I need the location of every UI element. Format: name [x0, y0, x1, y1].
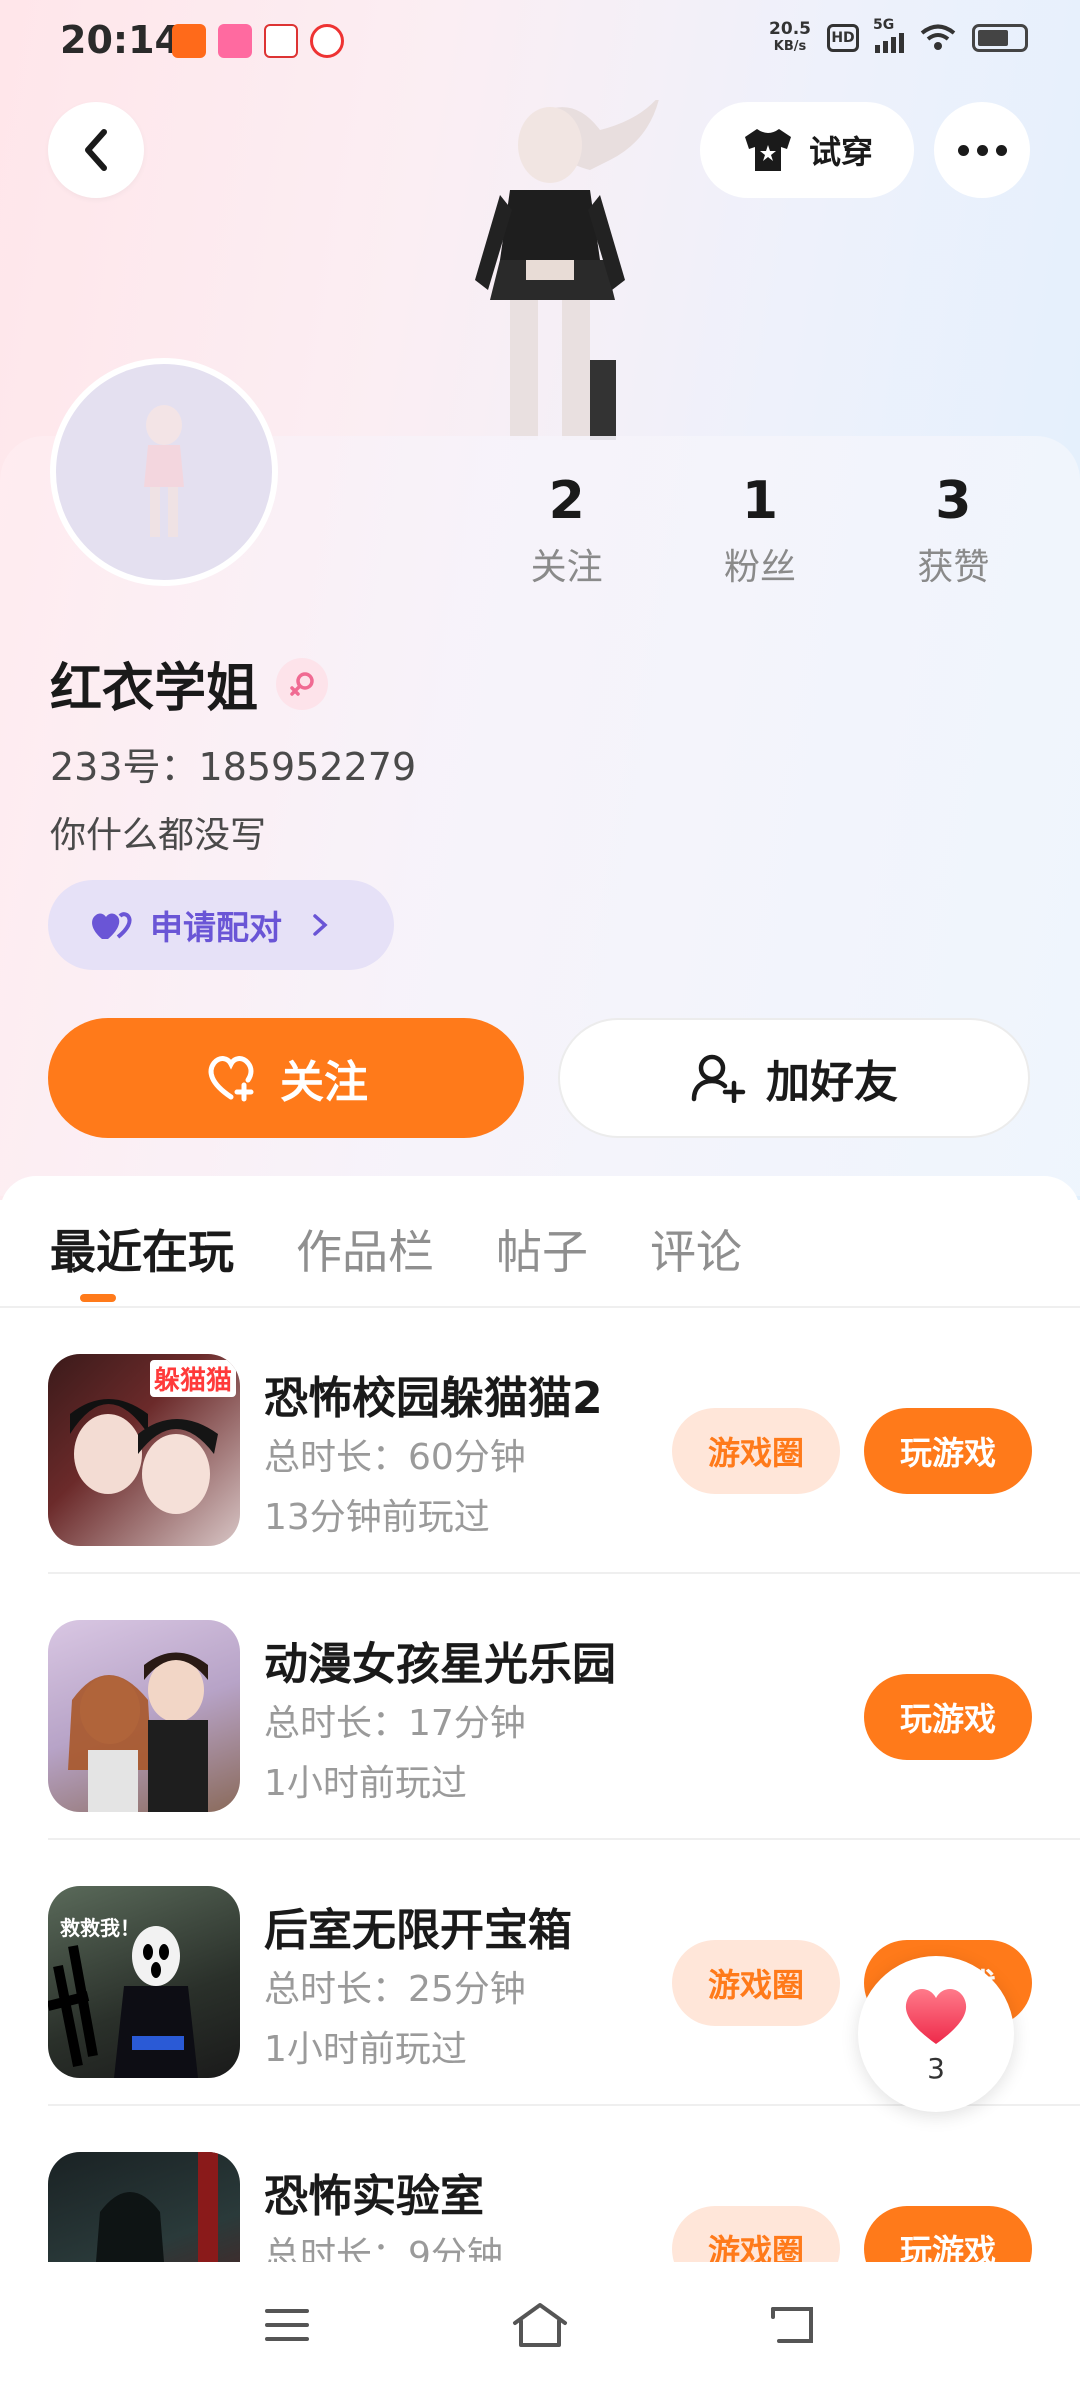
profile-page: 20:14 20.5 KB/s HD 5G 试穿 2 关注 1 粉丝 3 获赞 … — [0, 0, 1080, 2388]
game-thumbnail-text: 救救我！ — [60, 1916, 140, 1940]
heart-plus-icon — [208, 1056, 254, 1102]
menu-nav-button[interactable] — [247, 2285, 327, 2365]
female-gender-icon — [276, 657, 329, 710]
stat-value: 1 — [741, 471, 779, 531]
tab-posts[interactable]: 帖子 — [496, 1216, 588, 1286]
game-list: 躲猫猫 恐怖校园躲猫猫2 总时长：60分钟 13分钟前玩过 游戏圈 玩游戏 动漫… — [0, 1308, 1080, 2372]
game-title: 恐怖实验室 — [264, 2171, 484, 2222]
stat-likes[interactable]: 3 获赞 — [857, 470, 1050, 590]
game-thumbnail: 救救我！ — [48, 1886, 240, 2078]
game-circle-button[interactable]: 游戏圈 — [672, 1940, 840, 2026]
back-nav-button[interactable] — [753, 2285, 833, 2365]
status-time: 20:14 — [60, 18, 181, 62]
tab-bar: 最近在玩 作品栏 帖子 评论 — [50, 1216, 742, 1286]
back-arrow-icon — [85, 129, 107, 171]
heart-icon — [905, 1988, 967, 2044]
bio: 你什么都没写 — [50, 815, 267, 856]
game-list-item[interactable]: 躲猫猫 恐怖校园躲猫猫2 总时长：60分钟 13分钟前玩过 游戏圈 玩游戏 — [0, 1308, 1080, 1574]
try-on-label: 试穿 — [808, 133, 873, 171]
tab-works[interactable]: 作品栏 — [296, 1216, 434, 1286]
network-speed-unit: KB/s — [773, 39, 807, 54]
more-dot-icon — [957, 144, 969, 156]
tab-indicator — [80, 1294, 116, 1302]
add-friend-label: 加好友 — [766, 1057, 898, 1108]
game-thumbnail — [48, 1620, 240, 1812]
menu-icon — [264, 2309, 309, 2341]
status-bar: 20:14 20.5 KB/s HD 5G — [0, 0, 1080, 84]
tshirt-icon — [744, 129, 791, 171]
profile-stats: 2 关注 1 粉丝 3 获赞 — [470, 470, 1050, 590]
back-button[interactable] — [48, 102, 144, 198]
stat-following[interactable]: 2 关注 — [470, 470, 663, 590]
game-last-played: 1小时前玩过 — [264, 1763, 467, 1804]
game-title: 恐怖校园躲猫猫2 — [264, 1373, 603, 1424]
tab-comments[interactable]: 评论 — [650, 1216, 742, 1286]
app-icon-video — [310, 24, 344, 58]
avatar-figure — [144, 405, 184, 537]
apply-pair-button[interactable]: 申请配对 — [48, 880, 394, 970]
like-count: 3 — [927, 2051, 945, 2085]
signal-icon: 5G — [873, 17, 904, 53]
notification-icons — [172, 24, 344, 58]
stat-followers[interactable]: 1 粉丝 — [663, 470, 856, 590]
more-dot-icon — [976, 144, 988, 156]
network-type: 5G — [873, 17, 895, 33]
stat-value: 2 — [548, 471, 585, 531]
avatar[interactable] — [50, 358, 278, 586]
game-thumbnail: 躲猫猫 — [48, 1354, 240, 1546]
return-icon — [771, 2307, 814, 2343]
add-friend-button[interactable]: 加好友 — [558, 1018, 1030, 1138]
status-indicators: 20.5 KB/s HD 5G — [769, 17, 1028, 56]
game-title: 动漫女孩星光乐园 — [264, 1639, 616, 1690]
app-icon-search — [264, 24, 298, 58]
stat-label: 获赞 — [917, 547, 990, 588]
battery-icon — [972, 24, 1028, 52]
game-duration: 总时长：17分钟 — [264, 1703, 526, 1744]
character-figure — [475, 100, 659, 440]
hd-badge: HD — [827, 24, 859, 52]
follow-button[interactable]: 关注 — [48, 1018, 524, 1138]
system-navigation-bar — [0, 2262, 1080, 2388]
follow-label: 关注 — [280, 1057, 368, 1108]
chevron-right-icon — [313, 914, 328, 936]
tab-recently-played[interactable]: 最近在玩 — [50, 1216, 234, 1286]
game-duration: 总时长：60分钟 — [264, 1437, 526, 1478]
wifi-icon — [920, 24, 956, 50]
more-dot-icon — [995, 144, 1007, 156]
stat-label: 关注 — [530, 547, 603, 588]
username-row: 红衣学姐 — [50, 646, 329, 721]
app-icon-pink — [218, 24, 252, 58]
apply-pair-label: 申请配对 — [150, 908, 282, 947]
user-id: 233号：185952279 — [50, 745, 417, 789]
game-circle-button[interactable]: 游戏圈 — [672, 1408, 840, 1494]
network-speed: 20.5 KB/s — [769, 20, 811, 56]
game-title: 后室无限开宝箱 — [264, 1905, 572, 1956]
double-heart-icon — [92, 912, 132, 939]
play-game-button[interactable]: 玩游戏 — [864, 1674, 1032, 1760]
home-icon — [512, 2303, 567, 2347]
add-user-icon — [691, 1054, 746, 1103]
home-nav-button[interactable] — [500, 2285, 580, 2365]
stat-label: 粉丝 — [723, 547, 796, 588]
try-on-button[interactable]: 试穿 — [700, 102, 914, 198]
game-list-item[interactable]: 动漫女孩星光乐园 总时长：17分钟 1小时前玩过 玩游戏 — [0, 1574, 1080, 1840]
stat-value: 3 — [935, 471, 972, 531]
more-button[interactable] — [934, 102, 1030, 198]
floating-like-button[interactable]: 3 — [858, 1956, 1014, 2112]
username: 红衣学姐 — [50, 659, 259, 719]
content-section: 最近在玩 作品栏 帖子 评论 躲猫猫 恐怖校园躲猫猫2 总时长：60分钟 13分… — [0, 1176, 1080, 2388]
game-duration: 总时长：25分钟 — [264, 1969, 526, 2010]
play-game-button[interactable]: 玩游戏 — [864, 1408, 1032, 1494]
app-icon-orange — [172, 24, 206, 58]
network-speed-value: 20.5 — [769, 19, 811, 39]
game-last-played: 1小时前玩过 — [264, 2029, 467, 2070]
game-last-played: 13分钟前玩过 — [264, 1497, 490, 1538]
